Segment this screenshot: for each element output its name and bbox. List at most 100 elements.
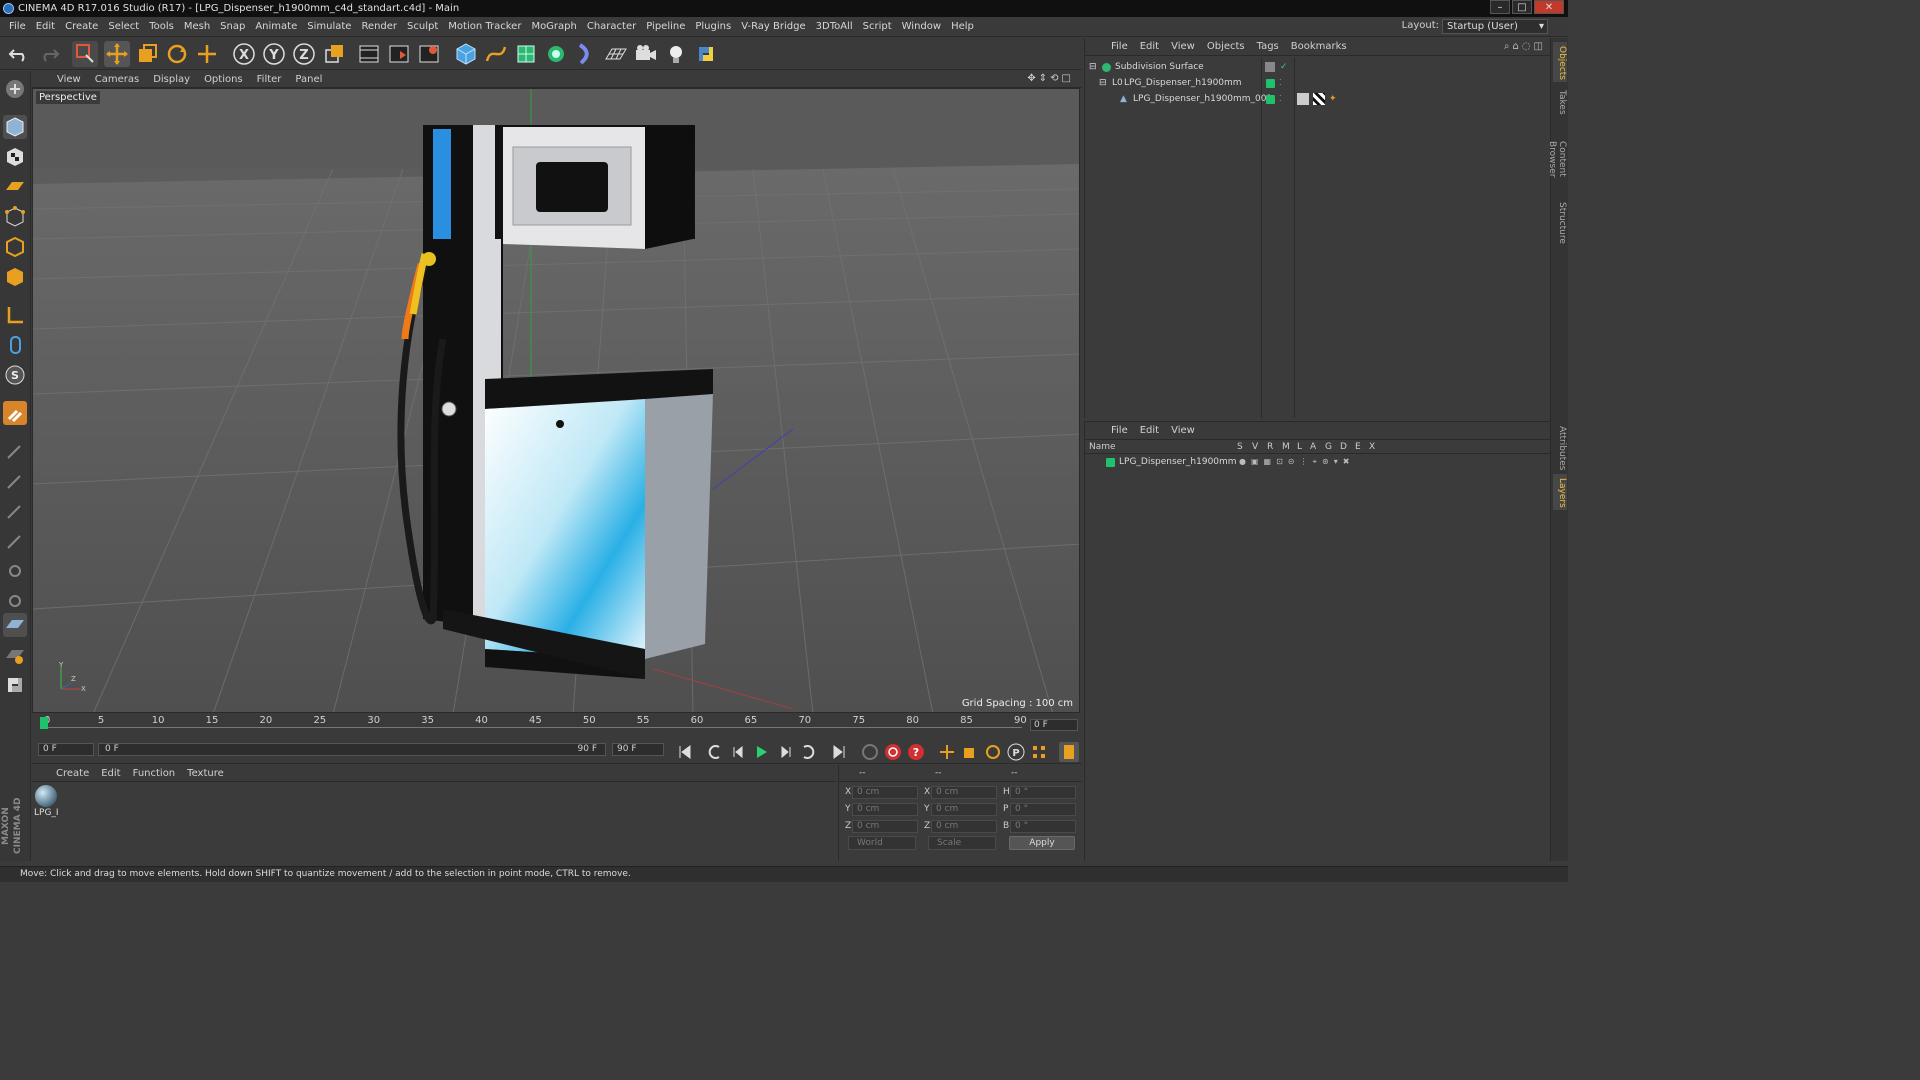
viewport-menu-view[interactable]: View [50,74,88,85]
key-move-icon[interactable] [937,742,957,762]
menu-simulate[interactable]: Simulate [302,17,356,37]
cloner-icon[interactable] [543,41,569,67]
play-button[interactable] [751,742,771,762]
expand-toggle-icon[interactable]: ⊟ [1099,75,1107,91]
viewport-navigation-icons[interactable]: ✥⇕⟲□ [1027,73,1074,84]
layer-menu-file[interactable]: File [1105,425,1134,436]
menu-tools[interactable]: Tools [144,17,179,37]
layer-menu-view[interactable]: View [1165,425,1201,436]
key-scale-icon[interactable] [960,742,980,762]
layer-name[interactable]: LPG_Dispenser_h1900mm [1119,454,1237,470]
menu-file[interactable]: File [4,17,31,37]
apply-button[interactable]: Apply [1009,836,1075,850]
timeline-playhead[interactable] [40,717,48,729]
record-position-icon[interactable] [860,742,880,762]
visibility-dots-icon[interactable]: ⁚ [1279,91,1282,107]
om-menu-objects[interactable]: Objects [1201,41,1251,52]
smooth-brush-icon[interactable] [3,469,27,493]
layout-dropdown[interactable]: Startup (User) ▾ [1442,19,1548,34]
visibility-dots-icon[interactable]: ⁚ [1279,75,1282,91]
material-menu-texture[interactable]: Texture [181,768,230,779]
object-name[interactable]: LPG_Dispenser_h1900mm [1124,75,1242,91]
coordinate-value-field[interactable]: 0 ° [1010,803,1076,816]
next-keyframe-button[interactable] [798,742,818,762]
object-row-lpg-dispenser-001[interactable]: ▲ LPG_Dispenser_h1900mm_001 ⁚ ✦ [1085,91,1551,107]
coordinate-value-field[interactable]: 0 cm [931,803,997,816]
axis-mode-icon[interactable] [3,303,27,327]
redo-button[interactable] [36,41,62,67]
tab-attributes[interactable]: Attributes [1553,422,1567,472]
transform-mode-dropdown[interactable]: Scale [928,836,996,850]
viewport-menu-options[interactable]: Options [197,74,250,85]
deformer-icon[interactable] [573,41,599,67]
coordinate-system-dropdown[interactable]: World [848,836,916,850]
camera-icon[interactable] [633,41,659,67]
perspective-viewport[interactable]: Perspective Grid Spacing : 100 cm Y X Z [32,88,1080,713]
menu-create[interactable]: Create [60,17,103,37]
tab-objects[interactable]: Objects [1553,42,1567,82]
object-name[interactable]: Subdivision Surface [1115,59,1204,75]
flatten-brush-icon[interactable] [3,589,27,613]
om-menu-tags[interactable]: Tags [1251,41,1285,52]
recent-tool-icon[interactable] [194,41,220,67]
texture-mode-icon[interactable] [3,145,27,169]
object-row-subdivision-surface[interactable]: ⊟ Subdivision Surface ✓ [1085,59,1551,75]
tab-layers[interactable]: Layers [1553,474,1567,510]
minimize-button[interactable]: – [1490,0,1510,14]
menu-mograph[interactable]: MoGraph [526,17,581,37]
x-axis-lock-icon[interactable]: X [231,41,257,67]
menu-snap[interactable]: Snap [215,17,250,37]
start-frame-field[interactable]: 0 F [38,743,94,756]
floor-object-icon[interactable] [603,41,629,67]
key-pla-icon[interactable] [1029,742,1049,762]
close-button[interactable]: ✕ [1534,0,1564,14]
coordinate-system-icon[interactable] [321,41,347,67]
pull-brush-icon[interactable] [3,529,27,553]
go-to-start-button[interactable] [675,742,695,762]
layer-color-icon[interactable] [1266,79,1275,88]
tab-structure[interactable]: Structure [1553,198,1567,244]
record-keyframe-button[interactable] [883,742,903,762]
python-icon[interactable] [693,41,719,67]
workplane-mode-icon[interactable] [3,175,27,199]
material-swatch[interactable] [35,785,57,807]
viewport-menu-display[interactable]: Display [146,74,197,85]
make-editable-icon[interactable] [3,77,27,101]
python-script-icon[interactable] [3,673,27,697]
object-name[interactable]: LPG_Dispenser_h1900mm_001 [1133,91,1272,107]
scale-tool-icon[interactable] [134,41,160,67]
menu-plugins[interactable]: Plugins [690,17,736,37]
menu-pipeline[interactable]: Pipeline [641,17,690,37]
om-menu-file[interactable]: File [1105,41,1134,52]
undo-button[interactable] [6,41,32,67]
sculpt-layer-icon[interactable] [3,643,27,667]
tab-takes[interactable]: Takes [1553,84,1567,120]
model-mode-icon[interactable] [3,115,27,139]
current-frame-field[interactable]: 0 F [1030,719,1078,731]
om-menu-bookmarks[interactable]: Bookmarks [1285,41,1353,52]
layer-toggle-icons[interactable]: ●▣▦⊡⊝⋮⌖⊛▾✖ [1239,454,1354,470]
z-axis-lock-icon[interactable]: Z [291,41,317,67]
y-axis-lock-icon[interactable]: Y [261,41,287,67]
timeline-ruler[interactable]: 051015202530354045505560657075808590 0 F [32,713,1082,740]
material-menu-edit[interactable]: Edit [95,768,126,779]
polygons-mode-icon[interactable] [3,265,27,289]
material-menu-create[interactable]: Create [50,768,95,779]
grab-brush-icon[interactable] [3,559,27,583]
layer-color-swatch[interactable] [1106,458,1115,467]
magnet-tool-icon[interactable] [3,401,27,425]
menu-character[interactable]: Character [582,17,641,37]
material-tag-icon[interactable] [1313,93,1325,105]
texture-tag-icon[interactable] [1297,93,1309,105]
expand-toggle-icon[interactable]: ⊟ [1089,59,1097,75]
autokey-help-button[interactable]: ? [906,742,926,762]
frame-range-slider[interactable]: 0 F 90 F [98,743,606,756]
next-frame-button[interactable] [775,742,795,762]
cube-object-icon[interactable] [453,41,479,67]
tweak-mode-icon[interactable] [3,333,27,357]
previous-frame-button[interactable] [729,742,749,762]
relax-brush-icon[interactable] [3,499,27,523]
rotate-tool-icon[interactable] [164,41,190,67]
search-icon[interactable]: ⌕⌂◌◫ [1504,41,1546,52]
menu-sculpt[interactable]: Sculpt [402,17,443,37]
